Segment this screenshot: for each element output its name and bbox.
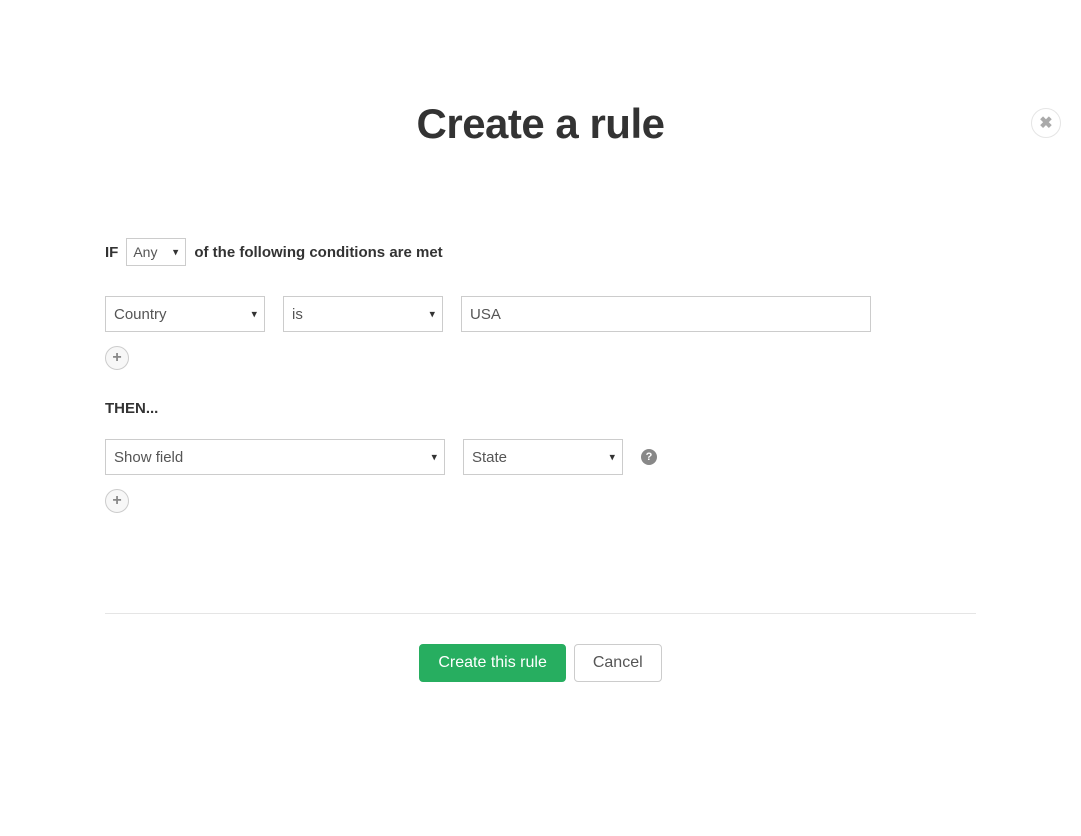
action-wrap: Show field <box>105 439 445 475</box>
close-icon: ✖ <box>1039 113 1052 133</box>
add-condition-button[interactable]: + <box>105 346 129 370</box>
condition-operator-wrap: is <box>283 296 443 332</box>
if-label: IF <box>105 244 118 261</box>
then-section: THEN... Show field State ? + <box>105 400 976 513</box>
modal-footer: Create this rule Cancel <box>105 644 976 682</box>
condition-field-select[interactable]: Country <box>105 296 265 332</box>
help-icon[interactable]: ? <box>641 449 657 465</box>
if-section: IF Any of the following conditions are m… <box>105 238 976 370</box>
condition-row: Country is <box>105 296 976 332</box>
condition-value-input[interactable] <box>461 296 871 332</box>
if-row: IF Any of the following conditions are m… <box>105 238 976 266</box>
action-row: Show field State ? <box>105 439 976 475</box>
modal-title: Create a rule <box>105 100 976 148</box>
action-target-select[interactable]: State <box>463 439 623 475</box>
create-rule-button[interactable]: Create this rule <box>419 644 566 682</box>
condition-operator-select[interactable]: is <box>283 296 443 332</box>
if-suffix-label: of the following conditions are met <box>194 244 442 261</box>
plus-icon: + <box>112 349 121 367</box>
cancel-button[interactable]: Cancel <box>574 644 662 682</box>
separator <box>105 613 976 614</box>
match-mode-select[interactable]: Any <box>126 238 186 266</box>
then-label: THEN... <box>105 400 976 417</box>
close-button[interactable]: ✖ <box>1031 108 1061 138</box>
action-target-wrap: State <box>463 439 623 475</box>
add-action-button[interactable]: + <box>105 489 129 513</box>
plus-icon: + <box>112 492 121 510</box>
condition-field-wrap: Country <box>105 296 265 332</box>
action-select[interactable]: Show field <box>105 439 445 475</box>
match-mode-wrap: Any <box>126 238 186 266</box>
create-rule-modal: Create a rule IF Any of the following co… <box>0 100 1081 682</box>
